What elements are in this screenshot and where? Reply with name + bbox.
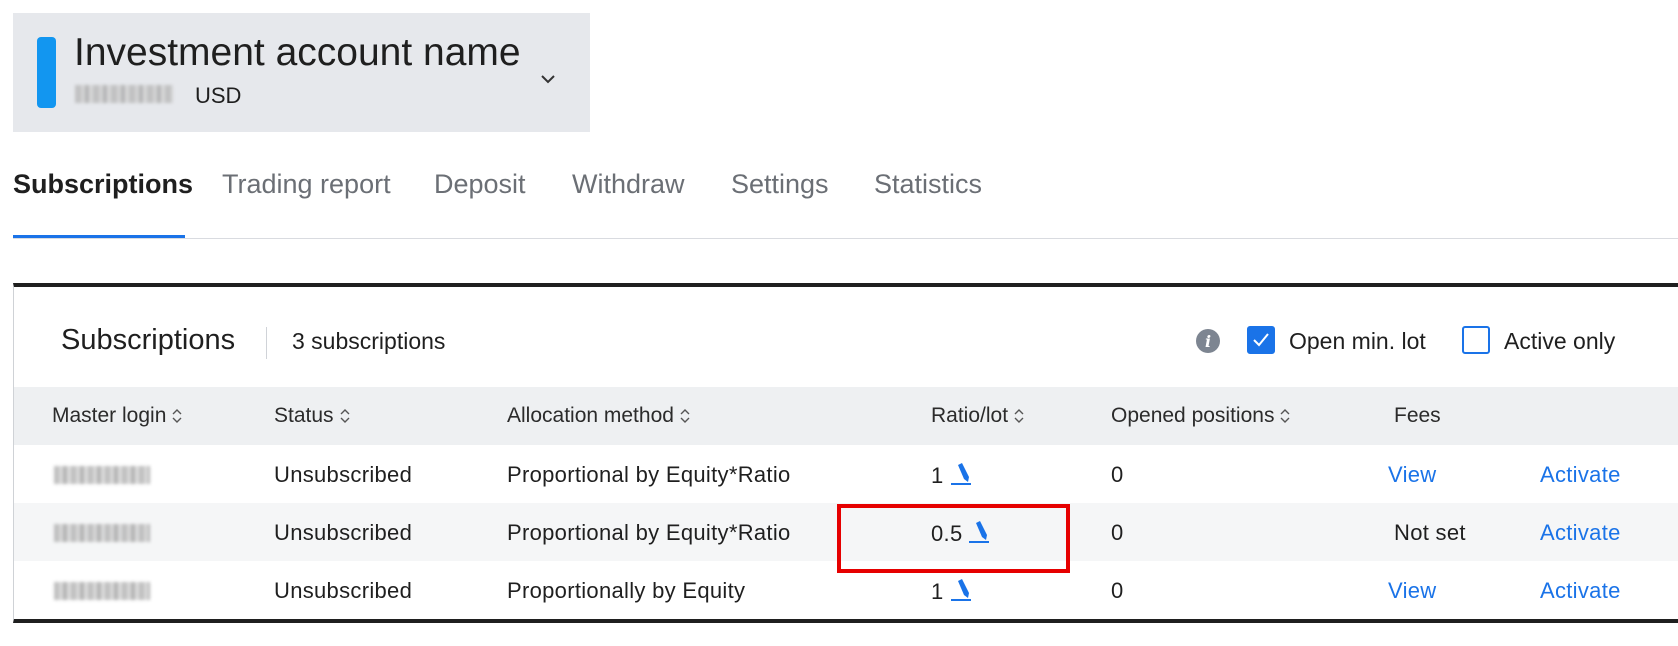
open-min-lot-checkbox[interactable] bbox=[1247, 326, 1275, 354]
status-cell: Unsubscribed bbox=[274, 520, 413, 545]
opened-positions-cell: 0 bbox=[1111, 462, 1124, 487]
sort-icon bbox=[340, 409, 350, 423]
account-name: Investment account name bbox=[74, 31, 521, 74]
column-label: Allocation method bbox=[507, 404, 674, 427]
ratio-value: 1 bbox=[931, 579, 944, 604]
column-opened-positions[interactable]: Opened positions bbox=[1111, 404, 1290, 428]
table-row: Unsubscribed Proportional by Equity*Rati… bbox=[14, 445, 1678, 503]
fees-view-link[interactable]: View bbox=[1388, 462, 1437, 488]
column-fees: Fees bbox=[1394, 404, 1441, 427]
allocation-cell: Proportional by Equity*Ratio bbox=[507, 462, 791, 487]
allocation-cell: Proportionally by Equity bbox=[507, 578, 746, 603]
tab-statistics[interactable]: Statistics bbox=[874, 169, 982, 200]
active-only-label[interactable]: Active only bbox=[1504, 328, 1615, 355]
account-selector[interactable]: Investment account name USD bbox=[13, 13, 590, 132]
fees-not-set: Not set bbox=[1394, 520, 1466, 545]
master-login-masked bbox=[54, 582, 150, 600]
edit-pencil-icon[interactable] bbox=[950, 578, 972, 602]
column-label: Ratio/lot bbox=[931, 404, 1009, 427]
sort-icon bbox=[1280, 409, 1290, 423]
tab-trading-report[interactable]: Trading report bbox=[222, 169, 391, 200]
tab-settings[interactable]: Settings bbox=[731, 169, 829, 200]
column-label: Status bbox=[274, 404, 334, 427]
ratio-value: 1 bbox=[931, 463, 944, 488]
ratio-cell: 1 bbox=[931, 462, 972, 489]
svg-text:i: i bbox=[1205, 332, 1211, 351]
title-divider bbox=[266, 327, 267, 359]
sort-icon bbox=[1014, 409, 1024, 423]
tab-divider bbox=[13, 238, 1678, 239]
fees-view-link[interactable]: View bbox=[1388, 578, 1437, 604]
column-status[interactable]: Status bbox=[274, 404, 350, 428]
tab-subscriptions[interactable]: Subscriptions bbox=[13, 169, 193, 200]
column-label: Master login bbox=[52, 404, 167, 427]
master-login-masked bbox=[54, 524, 150, 542]
tab-bar: Subscriptions Trading report Deposit Wit… bbox=[13, 155, 1678, 239]
status-cell: Unsubscribed bbox=[274, 578, 413, 603]
column-master-login[interactable]: Master login bbox=[52, 404, 182, 428]
column-allocation-method[interactable]: Allocation method bbox=[507, 404, 690, 428]
edit-pencil-icon[interactable] bbox=[950, 462, 972, 486]
account-number-masked bbox=[75, 85, 173, 103]
ratio-cell: 1 bbox=[931, 578, 972, 605]
check-icon bbox=[1253, 333, 1269, 347]
highlight-annotation-box bbox=[837, 504, 1070, 573]
account-currency: USD bbox=[195, 83, 242, 108]
master-login-masked bbox=[54, 466, 150, 484]
sort-icon bbox=[172, 409, 182, 423]
column-ratio-lot[interactable]: Ratio/lot bbox=[931, 404, 1024, 428]
status-cell: Unsubscribed bbox=[274, 462, 413, 487]
tab-deposit[interactable]: Deposit bbox=[434, 169, 526, 200]
column-label: Opened positions bbox=[1111, 404, 1275, 427]
activate-link[interactable]: Activate bbox=[1540, 578, 1621, 604]
chevron-down-icon[interactable] bbox=[540, 71, 556, 87]
active-only-checkbox[interactable] bbox=[1462, 326, 1490, 354]
info-icon[interactable]: i bbox=[1195, 328, 1221, 354]
subscription-count: 3 subscriptions bbox=[292, 328, 446, 354]
panel-title: Subscriptions bbox=[61, 324, 236, 356]
activate-link[interactable]: Activate bbox=[1540, 520, 1621, 546]
activate-link[interactable]: Activate bbox=[1540, 462, 1621, 488]
opened-positions-cell: 0 bbox=[1111, 520, 1124, 545]
open-min-lot-label[interactable]: Open min. lot bbox=[1289, 328, 1426, 355]
table-header: Master login Status Allocation method Ra… bbox=[14, 387, 1678, 445]
tab-withdraw[interactable]: Withdraw bbox=[572, 169, 685, 200]
account-color-bar bbox=[37, 37, 56, 108]
opened-positions-cell: 0 bbox=[1111, 578, 1124, 603]
sort-icon bbox=[680, 409, 690, 423]
allocation-cell: Proportional by Equity*Ratio bbox=[507, 520, 791, 545]
